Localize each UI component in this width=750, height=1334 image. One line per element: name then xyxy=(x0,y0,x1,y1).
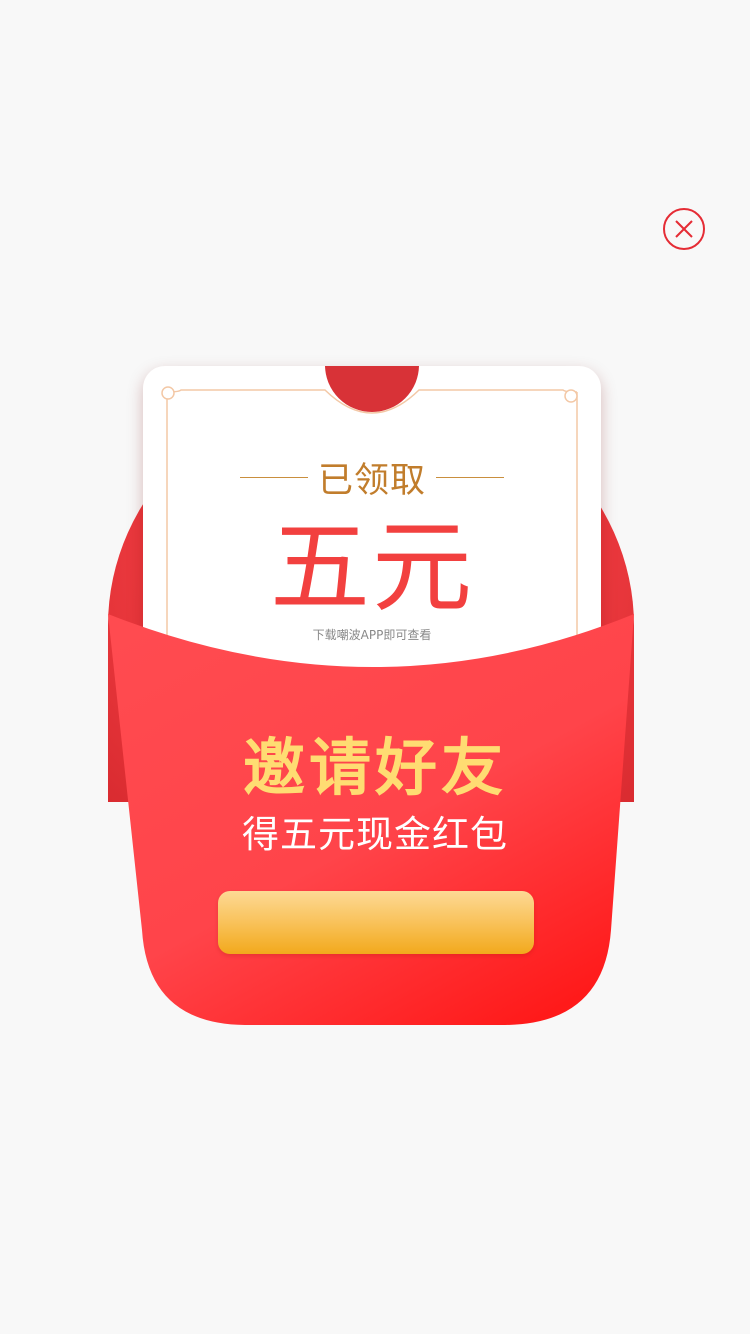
invite-title: 邀请好友 xyxy=(242,731,507,804)
red-packet-popup: 已领取 五元 下载嘲波APP即可查看 邀请好友 得五元现金红包 xyxy=(0,0,750,1334)
invite-subtitle: 得五元现金红包 xyxy=(242,813,508,856)
invite-button[interactable] xyxy=(218,891,534,954)
envelope-front xyxy=(108,614,634,1025)
